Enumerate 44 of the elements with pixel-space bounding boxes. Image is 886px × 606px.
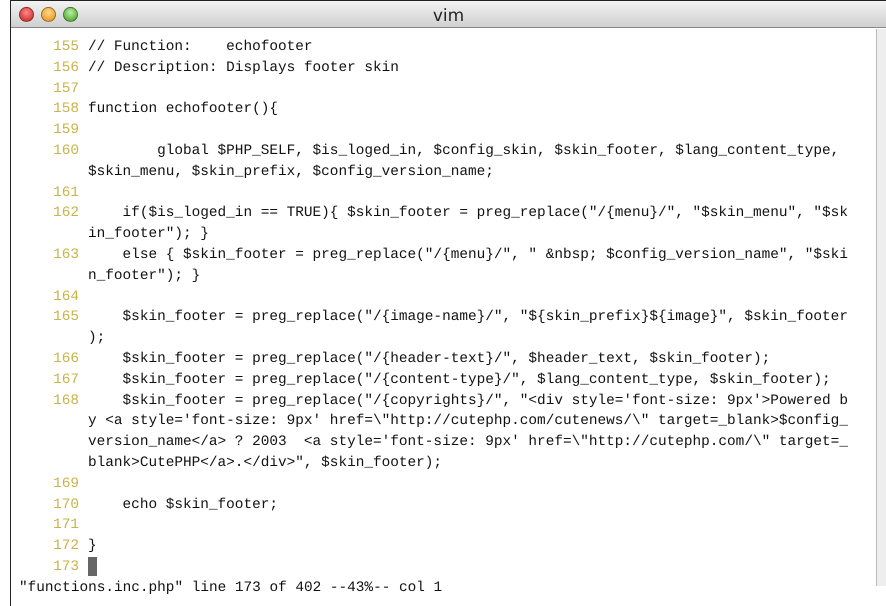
- line-number: 173: [52, 558, 80, 577]
- code-line: }: [88, 537, 97, 556]
- line-number: 167: [52, 370, 80, 390]
- line-number: 171: [52, 516, 80, 536]
- line-number: 157: [52, 80, 80, 99]
- line-number: 164: [52, 288, 80, 307]
- zoom-button[interactable]: [63, 6, 78, 22]
- code-line: $skin_menu, $skin_prefix, $config_version_name;: [88, 162, 494, 182]
- line-number: 155: [52, 38, 80, 57]
- minimize-button[interactable]: [41, 6, 56, 22]
- code-line: // Description: Displays footer skin: [88, 58, 399, 78]
- code-line: $skin_footer = preg_replace("/{header-text}/", $header_text, $skin_footer);: [122, 350, 770, 369]
- line-number: 168: [52, 392, 80, 411]
- code-line: else { $skin_footer = preg_replace("/{menu}/", " &nbsp; $config_version_name", "$ski: [122, 246, 848, 265]
- close-button[interactable]: [19, 6, 34, 22]
- status-line: "functions.inc.php" line 173 of 402 --43%-- col 1: [19, 579, 442, 598]
- line-number: 159: [52, 121, 80, 140]
- code-line: $skin_footer = preg_replace("/{content-type}/", $lang_content_type, $skin_footer);: [122, 370, 831, 390]
- code-line: version_name</a> ? 2003 <a style='font-size: 9px' href=\"http://cutephp.com/\" target=_: [88, 433, 848, 452]
- line-number: 156: [52, 58, 80, 78]
- code-line: y <a style='font-size: 9px' href=\"http://cutephp.com/cutenews/\" target=_blank>$config_: [88, 412, 848, 432]
- code-line: function echofooter(){: [88, 100, 278, 120]
- line-number: 170: [52, 496, 80, 515]
- code-line: if($is_loged_in == TRUE){ $skin_footer = preg_replace("/{menu}/", "$skin_menu", "$sk: [122, 204, 848, 224]
- code-line: $skin_footer = preg_replace("/{image-name}/", "${skin_prefix}${image}", $skin_footer: [122, 308, 848, 328]
- scrollbar[interactable]: [876, 29, 886, 586]
- code-line: $skin_footer = preg_replace("/{copyrights}/", "<div style='font-size: 9px'>Powered b: [122, 392, 848, 411]
- line-number: 163: [52, 246, 80, 265]
- line-number: 162: [52, 204, 80, 224]
- line-number: 158: [52, 100, 80, 120]
- line-number: 172: [52, 537, 80, 556]
- line-number: 166: [52, 350, 80, 369]
- code-line: in_footer"); }: [88, 225, 209, 244]
- window-title: vim: [432, 5, 464, 28]
- code-line: echo $skin_footer;: [122, 496, 278, 515]
- code-line: blank>CutePHP</a>.</div>", $skin_footer);: [88, 454, 442, 473]
- code-line: n_footer"); }: [88, 266, 200, 286]
- line-number: 165: [52, 308, 80, 328]
- line-number: 169: [52, 474, 80, 494]
- code-line: // Function: echofooter: [88, 38, 313, 57]
- code-line: global $PHP_SELF, $is_loged_in, $config_skin, $skin_footer, $lang_content_type,: [156, 142, 840, 161]
- line-number: 160: [52, 142, 80, 161]
- line-number: 161: [52, 184, 80, 203]
- code-line: );: [88, 329, 106, 348]
